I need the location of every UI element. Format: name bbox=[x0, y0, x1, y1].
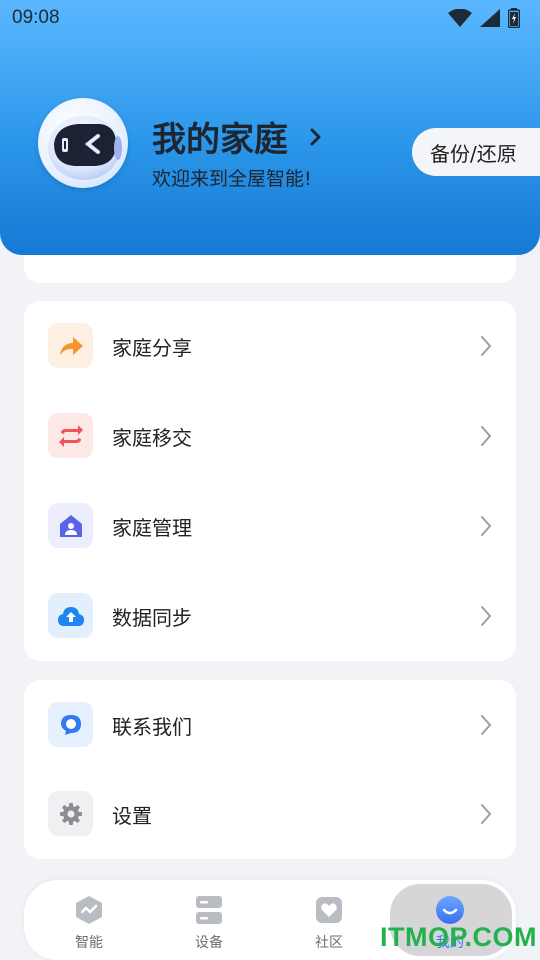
menu-item-label: 设置 bbox=[112, 803, 152, 828]
signal-icon bbox=[480, 9, 500, 27]
battery-icon bbox=[508, 8, 520, 28]
nav-label: 设备 bbox=[195, 935, 223, 951]
chevron-right-icon bbox=[480, 803, 492, 825]
support-card: 联系我们 设置 bbox=[24, 680, 516, 859]
menu-item-family-share[interactable]: 家庭分享 bbox=[24, 301, 516, 391]
transfer-arrows-icon bbox=[48, 413, 93, 458]
status-bar: 09:08 bbox=[0, 0, 540, 36]
menu-item-label: 家庭管理 bbox=[112, 515, 192, 540]
robot-avatar-icon bbox=[48, 116, 122, 180]
profile-header: 09:08 我的家庭 欢迎来到全屋智能! 备份/还原 bbox=[0, 0, 540, 255]
status-icons bbox=[448, 8, 520, 28]
nav-tab-smart[interactable]: 智能 bbox=[29, 880, 149, 960]
nav-label: 社区 bbox=[315, 935, 343, 951]
avatar[interactable] bbox=[38, 98, 128, 188]
family-menu-card: 家庭分享 家庭移交 家庭管理 数据同步 bbox=[24, 301, 516, 661]
cloud-upload-icon bbox=[48, 593, 93, 638]
welcome-text: 欢迎来到全屋智能! bbox=[152, 168, 312, 190]
menu-item-family-transfer[interactable]: 家庭移交 bbox=[24, 391, 516, 481]
share-arrow-icon bbox=[48, 323, 93, 368]
menu-item-settings[interactable]: 设置 bbox=[24, 769, 516, 859]
menu-item-data-sync[interactable]: 数据同步 bbox=[24, 571, 516, 661]
chevron-right-icon bbox=[480, 714, 492, 736]
backup-restore-button[interactable]: 备份/还原 bbox=[412, 128, 540, 176]
chevron-right-icon bbox=[480, 605, 492, 627]
menu-item-label: 家庭移交 bbox=[112, 425, 192, 450]
chevron-right-icon bbox=[310, 128, 322, 146]
community-heart-icon bbox=[315, 894, 343, 926]
chevron-right-icon bbox=[480, 515, 492, 537]
watermark: ITMOP.COM bbox=[380, 922, 538, 952]
family-title-text: 我的家庭 bbox=[152, 120, 288, 160]
device-icon bbox=[195, 894, 223, 926]
smart-hexagon-icon bbox=[75, 894, 103, 926]
nav-tab-devices[interactable]: 设备 bbox=[149, 880, 269, 960]
chevron-right-icon bbox=[480, 425, 492, 447]
nav-label: 智能 bbox=[75, 935, 103, 951]
menu-item-contact-us[interactable]: 联系我们 bbox=[24, 680, 516, 770]
menu-item-label: 联系我们 bbox=[112, 714, 192, 739]
wifi-icon bbox=[448, 9, 472, 27]
family-title[interactable]: 我的家庭 bbox=[152, 112, 322, 161]
status-time: 09:08 bbox=[12, 7, 60, 28]
chat-bubble-icon bbox=[48, 702, 93, 747]
menu-item-label: 数据同步 bbox=[112, 605, 192, 630]
menu-item-family-manage[interactable]: 家庭管理 bbox=[24, 481, 516, 571]
nav-tab-community[interactable]: 社区 bbox=[269, 880, 389, 960]
gear-icon bbox=[48, 791, 93, 836]
home-person-icon bbox=[48, 503, 93, 548]
menu-item-label: 家庭分享 bbox=[112, 335, 192, 360]
chevron-right-icon bbox=[480, 335, 492, 357]
